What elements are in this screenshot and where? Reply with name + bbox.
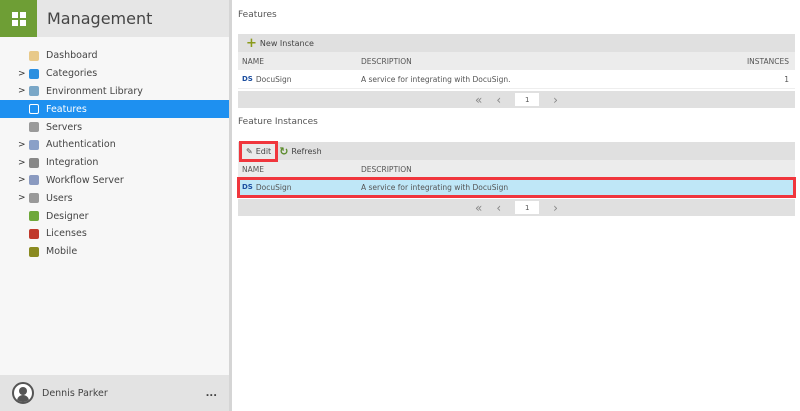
new-instance-button[interactable]: + New Instance (242, 36, 318, 51)
user-icon (29, 193, 39, 204)
designer-icon (29, 211, 39, 222)
sidebar-item-environment-library[interactable]: > Environment Library (0, 83, 229, 101)
sidebar-item-dashboard[interactable]: Dashboard (0, 47, 229, 65)
plus-icon: + (246, 35, 257, 51)
nav-menu: Dashboard > Categories > Environment Library… (0, 47, 229, 261)
table-row[interactable]: DS DocuSign A service for integrating wit… (238, 70, 795, 89)
sidebar-item-label: Features (46, 103, 87, 115)
sidebar-item-label: Workflow Server (46, 174, 124, 186)
chevron-right-icon[interactable]: > (18, 140, 26, 150)
features-icon (29, 104, 39, 115)
dashboard-icon (29, 50, 39, 61)
sidebar-item-users[interactable]: > Users (0, 189, 229, 207)
sidebar-item-label: Environment Library (46, 85, 143, 97)
sidebar-item-label: Licenses (46, 228, 87, 240)
sidebar-item-features[interactable]: Features (0, 100, 229, 119)
header: Management (0, 0, 229, 37)
table-row-selected[interactable]: DS DocuSign A service for integrating wit… (237, 177, 796, 198)
features-pager: « ‹ 1 › (238, 91, 795, 108)
folder-icon (29, 68, 39, 79)
next-page-icon[interactable]: › (553, 93, 558, 107)
sidebar-item-integration[interactable]: > Integration (0, 154, 229, 172)
column-header-instances[interactable]: INSTANCES (735, 57, 795, 66)
sidebar-item-label: Integration (46, 157, 99, 169)
sidebar-item-label: Categories (46, 68, 98, 80)
chevron-right-icon[interactable]: > (18, 175, 26, 185)
sidebar-item-servers[interactable]: Servers (0, 118, 229, 136)
column-header-name[interactable]: NAME (238, 57, 361, 66)
features-header-row: NAME DESCRIPTION INSTANCES (238, 52, 795, 70)
sidebar-item-categories[interactable]: > Categories (0, 65, 229, 83)
mobile-icon (29, 246, 39, 257)
first-page-icon[interactable]: « (475, 201, 482, 215)
features-grid: + New Instance NAME DESCRIPTION INSTANCE… (238, 34, 795, 108)
sidebar-item-label: Authentication (46, 139, 116, 151)
key-icon (29, 139, 39, 150)
sidebar-item-label: Users (46, 192, 73, 204)
puzzle-icon (29, 157, 39, 168)
server-icon (29, 122, 39, 133)
docusign-icon: DS (242, 75, 253, 83)
sidebar-item-designer[interactable]: Designer (0, 207, 229, 225)
sidebar-item-label: Dashboard (46, 50, 98, 62)
page-number[interactable]: 1 (515, 93, 540, 106)
sidebar-item-licenses[interactable]: Licenses (0, 225, 229, 243)
column-header-name[interactable]: NAME (238, 165, 361, 174)
pencil-icon: ✎ (246, 146, 253, 156)
chevron-right-icon[interactable]: > (18, 86, 26, 96)
sidebar: Management Dashboard > Categories > Environm… (0, 0, 232, 411)
instances-toolbar: ✎ Edit ↻ Refresh (238, 140, 795, 162)
features-title: Features (238, 10, 277, 20)
instances-pager: « ‹ 1 › (238, 199, 795, 216)
chevron-right-icon[interactable]: > (18, 158, 26, 168)
sidebar-item-label: Designer (46, 210, 89, 222)
column-header-description[interactable]: DESCRIPTION (361, 57, 735, 66)
sidebar-item-label: Mobile (46, 246, 78, 258)
refresh-button[interactable]: ↻ Refresh (275, 144, 325, 159)
instances-grid: ✎ Edit ↻ Refresh NAME DESCRIPTION DS Docu… (237, 140, 796, 216)
user-name: Dennis Parker (42, 387, 108, 399)
prev-page-icon[interactable]: ‹ (496, 201, 501, 215)
edit-button[interactable]: ✎ Edit (238, 140, 279, 162)
app-grid-icon[interactable] (0, 0, 37, 37)
page-number[interactable]: 1 (515, 201, 540, 214)
sidebar-item-workflow-server[interactable]: > Workflow Server (0, 172, 229, 190)
app-title: Management (47, 9, 153, 28)
more-options-button[interactable]: ... (206, 388, 217, 399)
first-page-icon[interactable]: « (475, 93, 482, 107)
sidebar-item-label: Servers (46, 121, 83, 133)
docusign-icon: DS (242, 183, 253, 191)
features-toolbar: + New Instance (238, 34, 795, 52)
next-page-icon[interactable]: › (553, 201, 558, 215)
library-icon (29, 86, 39, 97)
refresh-icon: ↻ (279, 144, 289, 158)
prev-page-icon[interactable]: ‹ (496, 93, 501, 107)
feature-instances-title: Feature Instances (238, 117, 318, 127)
column-header-description[interactable]: DESCRIPTION (361, 165, 795, 174)
avatar (12, 382, 34, 404)
sidebar-item-mobile[interactable]: Mobile (0, 243, 229, 261)
workflow-server-icon (29, 175, 39, 186)
sidebar-item-authentication[interactable]: > Authentication (0, 136, 229, 154)
user-bar[interactable]: Dennis Parker ... (0, 375, 229, 411)
chevron-right-icon[interactable]: > (18, 193, 26, 203)
instances-header-row: NAME DESCRIPTION (238, 160, 795, 178)
chevron-right-icon[interactable]: > (18, 69, 26, 79)
license-icon (29, 228, 39, 239)
